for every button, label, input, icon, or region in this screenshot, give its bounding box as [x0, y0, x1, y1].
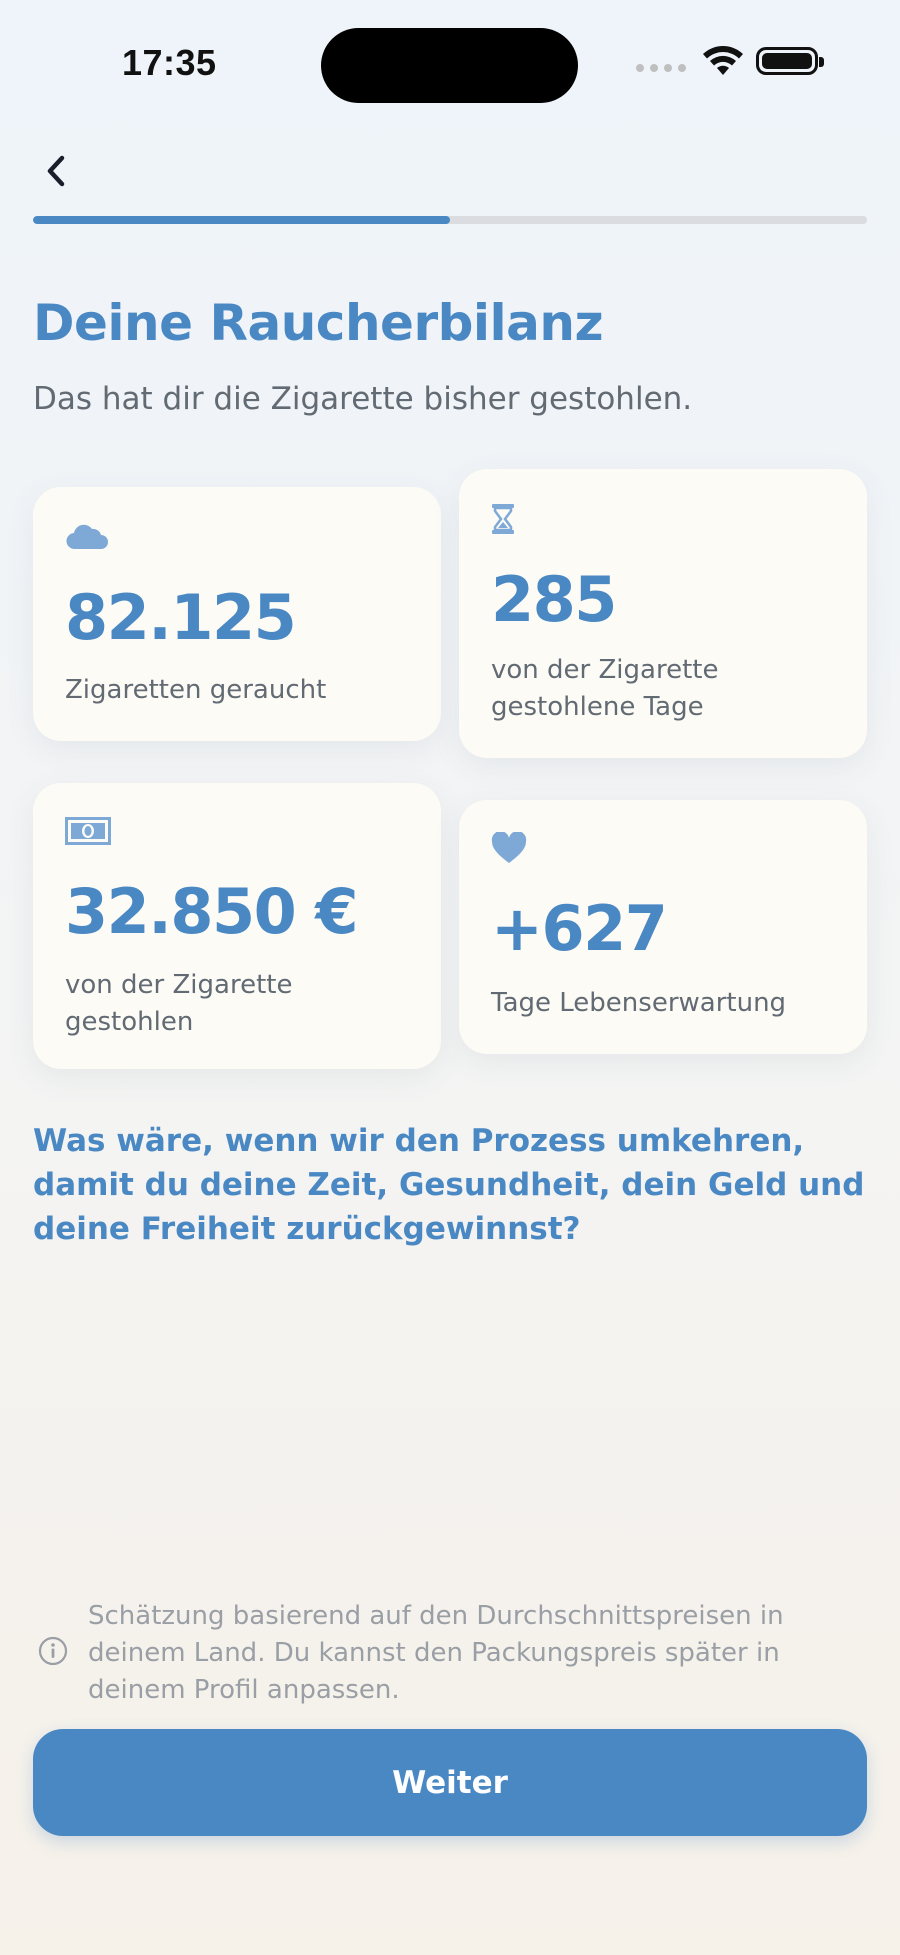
stat-label: von der Zigarette gestohlene Tage	[491, 655, 719, 722]
page-subtitle: Das hat dir die Zigarette bisher gestohl…	[33, 381, 693, 417]
cellular-signal-icon	[636, 64, 686, 72]
heart-icon	[491, 832, 527, 863]
cloud-icon	[66, 524, 108, 550]
info-icon	[38, 1636, 68, 1666]
reverse-process-question: Was wäre, wenn wir den Prozess umkehren,…	[33, 1123, 865, 1247]
hourglass-icon	[492, 504, 514, 534]
stat-card-cigarettes: 82.125 Zigaretten geraucht	[33, 487, 441, 741]
stat-card-stolen-days: 285 von der Zigarette gestohlene Tage	[459, 469, 867, 758]
banknote-icon	[65, 817, 111, 845]
back-button[interactable]	[38, 148, 78, 196]
status-indicators	[636, 46, 824, 76]
page-title: Deine Raucherbilanz	[33, 294, 604, 352]
stat-label: Zigaretten geraucht	[65, 675, 327, 705]
chevron-left-icon	[47, 155, 65, 187]
stat-value: 82.125	[65, 581, 297, 654]
stat-label: Tage Lebenserwartung	[491, 988, 787, 1018]
stat-card-life-expectancy: +627 Tage Lebenserwartung	[459, 800, 867, 1054]
continue-button[interactable]: Weiter	[33, 1729, 867, 1836]
stat-label: von der Zigarette gestohlen	[65, 970, 293, 1037]
battery-icon	[756, 47, 824, 75]
price-estimate-disclaimer: Schätzung basierend auf den Durchschnitt…	[88, 1601, 784, 1705]
progress-fill	[33, 216, 450, 224]
wifi-icon	[703, 46, 743, 75]
stat-value: 285	[491, 563, 617, 636]
stat-value: 32.850 €	[65, 875, 358, 948]
stat-card-money: 32.850 € von der Zigarette gestohlen	[33, 783, 441, 1069]
stat-value: +627	[491, 892, 668, 965]
status-time: 17:35	[122, 42, 217, 83]
dynamic-island	[321, 28, 578, 103]
onboarding-progress-bar	[33, 216, 867, 224]
